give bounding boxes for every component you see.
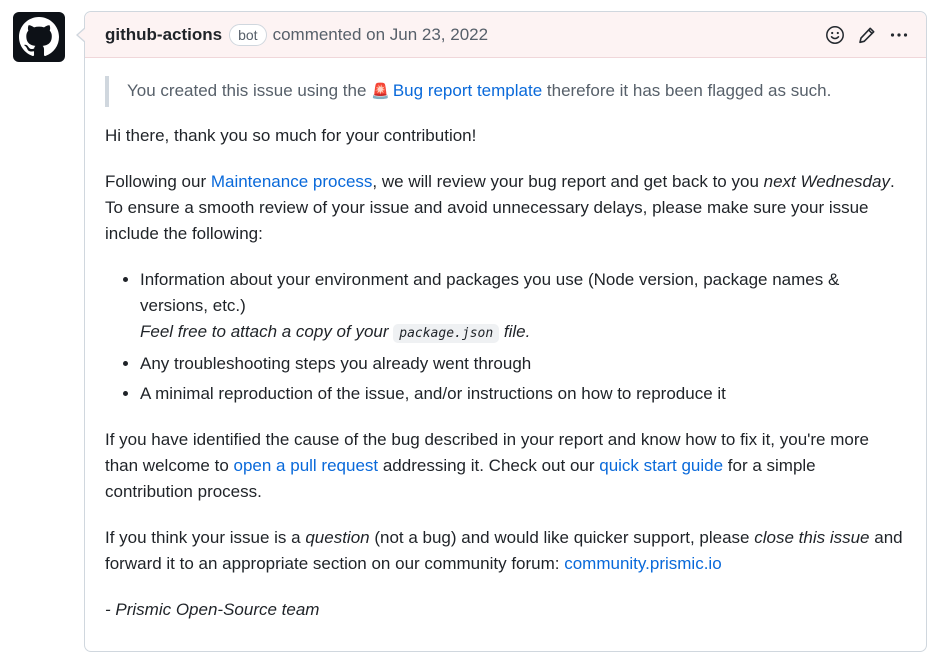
issue-comment: github-actions bot commented on Jun 23, …: [0, 0, 936, 661]
comment-body: You created this issue using the 🚨 Bug re…: [85, 58, 926, 623]
comment-timestamp[interactable]: commented on Jun 23, 2022: [273, 25, 488, 45]
para1-text-1: Following our: [105, 172, 211, 191]
edit-button[interactable]: [856, 24, 878, 46]
review-paragraph: Following our Maintenance process, we wi…: [105, 169, 906, 247]
question-paragraph: If you think your issue is a question (n…: [105, 525, 906, 577]
open-pull-request-link[interactable]: open a pull request: [234, 456, 379, 475]
para3-text-1: If you think your issue is a: [105, 528, 306, 547]
pull-request-paragraph: If you have identified the cause of the …: [105, 427, 906, 505]
bot-badge: bot: [229, 23, 267, 46]
list-item: Any troubleshooting steps you already we…: [140, 351, 906, 377]
reaction-button[interactable]: [824, 24, 846, 46]
pencil-icon: [859, 27, 875, 43]
bug-report-template-link[interactable]: Bug report template: [393, 81, 542, 100]
para1-emphasis: next Wednesday: [763, 172, 890, 191]
list-item-1-note-before: Feel free to attach a copy of your: [140, 322, 394, 341]
para2-text-2: addressing it. Check out our: [378, 456, 600, 475]
signature: - Prismic Open-Source team: [105, 600, 320, 619]
quick-start-guide-link[interactable]: quick start guide: [599, 456, 723, 475]
greeting-paragraph: Hi there, thank you so much for your con…: [105, 126, 477, 145]
comment-actions: [824, 24, 910, 46]
maintenance-process-link[interactable]: Maintenance process: [211, 172, 373, 191]
more-options-button[interactable]: [888, 24, 910, 46]
smiley-icon: [826, 25, 844, 44]
avatar[interactable]: [13, 12, 65, 62]
kebab-horizontal-icon: [890, 32, 908, 37]
quote-text-after: therefore it has been flagged as such.: [546, 81, 832, 100]
para1-text-2: , we will review your bug report and get…: [372, 172, 764, 191]
list-item: Information about your environment and p…: [140, 267, 906, 347]
siren-icon: 🚨: [371, 83, 390, 100]
comment-header: github-actions bot commented on Jun 23, …: [85, 12, 926, 58]
requirements-list: Information about your environment and p…: [105, 267, 906, 407]
quote-text-before: You created this issue using the: [127, 81, 367, 100]
community-forum-link[interactable]: community.prismic.io: [564, 554, 721, 573]
comment-card: github-actions bot commented on Jun 23, …: [76, 11, 927, 652]
github-octocat-icon: [19, 17, 59, 57]
question-emphasis: question: [305, 528, 370, 547]
list-item-1-text: Information about your environment and p…: [140, 270, 840, 315]
list-item: A minimal reproduction of the issue, and…: [140, 381, 906, 407]
author-name[interactable]: github-actions: [105, 25, 222, 45]
list-item-1-note: Feel free to attach a copy of your packa…: [140, 322, 531, 343]
template-notice-quote: You created this issue using the 🚨 Bug re…: [105, 76, 906, 107]
list-item-1-note-after: file.: [499, 322, 531, 341]
close-issue-emphasis: close this issue: [754, 528, 870, 547]
para3-text-2: (not a bug) and would like quicker suppo…: [369, 528, 755, 547]
package-json-code: package.json: [393, 324, 500, 343]
